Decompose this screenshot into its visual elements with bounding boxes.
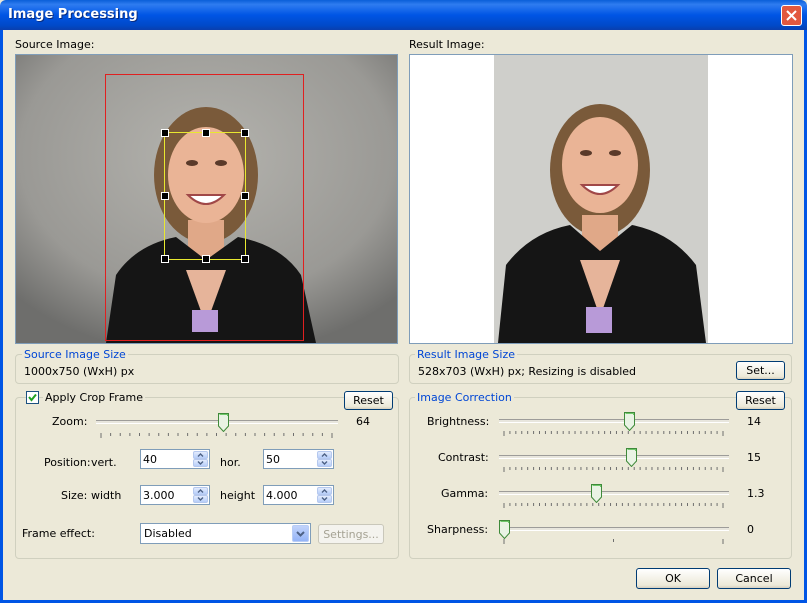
- cancel-button[interactable]: Cancel: [717, 568, 791, 589]
- resize-handle[interactable]: [241, 192, 249, 200]
- hor-label: hor.: [220, 456, 241, 469]
- brightness-slider-ticks: [503, 431, 724, 436]
- apply-crop-frame-checkbox[interactable]: [26, 391, 39, 404]
- result-image-size-value: 528x703 (WxH) px; Resizing is disabled: [418, 365, 636, 378]
- result-image-label: Result Image:: [409, 38, 485, 51]
- resize-handle[interactable]: [241, 255, 249, 263]
- chevron-up-icon: [197, 453, 204, 457]
- title-bar[interactable]: Image Processing: [0, 0, 807, 30]
- height-down-button[interactable]: [317, 495, 332, 503]
- brightness-slider-thumb[interactable]: [624, 412, 635, 431]
- chevron-up-icon: [197, 489, 204, 493]
- gamma-label: Gamma:: [441, 487, 489, 500]
- size-label: Size:: [61, 489, 88, 502]
- chevron-down-icon: [321, 461, 328, 465]
- ok-button[interactable]: OK: [636, 568, 710, 589]
- resize-handle[interactable]: [161, 192, 169, 200]
- resize-handle[interactable]: [161, 129, 169, 137]
- zoom-slider-thumb[interactable]: [218, 413, 229, 432]
- height-label: height: [220, 489, 256, 502]
- image-correction-title: Image Correction: [415, 391, 514, 404]
- chevron-up-icon: [321, 453, 328, 457]
- resize-handle[interactable]: [202, 255, 210, 263]
- frame-effect-value: Disabled: [144, 527, 192, 540]
- width-label: width: [91, 489, 122, 502]
- zoom-slider-ticks: [100, 433, 333, 438]
- crop-reset-button[interactable]: Reset: [344, 391, 393, 410]
- close-button[interactable]: [781, 5, 802, 26]
- chevron-down-icon: [197, 461, 204, 465]
- frame-effect-select[interactable]: Disabled: [140, 523, 311, 544]
- vert-input[interactable]: [143, 451, 189, 467]
- sharpness-label: Sharpness:: [427, 523, 489, 536]
- resize-handle[interactable]: [202, 129, 210, 137]
- gamma-slider[interactable]: [499, 484, 729, 510]
- contrast-label: Contrast:: [438, 451, 489, 464]
- result-image: [409, 54, 793, 344]
- resize-handle[interactable]: [161, 255, 169, 263]
- vert-spinner[interactable]: [140, 449, 210, 469]
- brightness-label: Brightness:: [427, 415, 490, 428]
- zoom-slider-track: [96, 420, 338, 424]
- chevron-down-icon: [197, 497, 204, 501]
- sharpness-slider-track: [499, 527, 729, 531]
- resize-handle[interactable]: [241, 129, 249, 137]
- gamma-value: 1.3: [747, 487, 765, 500]
- close-icon: [786, 10, 797, 21]
- source-image-label: Source Image:: [15, 38, 95, 51]
- result-photo: [494, 55, 708, 343]
- chevron-down-icon: [296, 531, 305, 537]
- gamma-slider-thumb[interactable]: [591, 484, 602, 503]
- width-up-button[interactable]: [193, 487, 208, 495]
- sharpness-slider-ticks: [503, 539, 724, 544]
- width-down-button[interactable]: [193, 495, 208, 503]
- brightness-value: 14: [747, 415, 761, 428]
- contrast-value: 15: [747, 451, 761, 464]
- brightness-slider[interactable]: [499, 412, 729, 438]
- settings-button[interactable]: Settings...: [318, 524, 384, 544]
- sharpness-slider-thumb[interactable]: [499, 520, 510, 539]
- brightness-slider-track: [499, 419, 729, 423]
- chevron-up-icon: [321, 489, 328, 493]
- source-image-size-title: Source Image Size: [22, 348, 128, 361]
- hor-up-button[interactable]: [317, 451, 332, 459]
- width-spinner[interactable]: [140, 485, 210, 505]
- vert-up-button[interactable]: [193, 451, 208, 459]
- gamma-slider-track: [499, 491, 729, 495]
- contrast-slider-track: [499, 455, 729, 459]
- height-input[interactable]: [266, 487, 313, 503]
- face-frame[interactable]: [161, 129, 249, 263]
- sharpness-slider[interactable]: [499, 520, 729, 546]
- hor-spinner[interactable]: [263, 449, 334, 469]
- height-spinner[interactable]: [263, 485, 334, 505]
- set-button[interactable]: Set...: [736, 361, 785, 380]
- vert-down-button[interactable]: [193, 459, 208, 467]
- chevron-down-icon: [321, 497, 328, 501]
- width-input[interactable]: [143, 487, 189, 503]
- vert-label: vert.: [91, 456, 117, 469]
- source-image: [15, 54, 398, 344]
- window-title: Image Processing: [8, 7, 138, 22]
- contrast-slider-ticks: [503, 467, 724, 472]
- hor-input[interactable]: [266, 451, 313, 467]
- frame-effect-label: Frame effect:: [22, 527, 95, 540]
- hor-down-button[interactable]: [317, 459, 332, 467]
- contrast-slider-thumb[interactable]: [626, 448, 637, 467]
- correction-reset-button[interactable]: Reset: [736, 391, 785, 410]
- result-image-size-title: Result Image Size: [415, 348, 518, 361]
- apply-crop-frame-label: Apply Crop Frame: [43, 391, 145, 404]
- check-icon: [28, 393, 37, 402]
- position-label: Position:: [44, 456, 91, 469]
- zoom-label: Zoom:: [52, 415, 88, 428]
- frame-effect-dropdown-button[interactable]: [292, 525, 309, 542]
- zoom-value: 64: [356, 415, 370, 428]
- zoom-slider[interactable]: [96, 413, 338, 441]
- sharpness-value: 0: [747, 523, 754, 536]
- height-up-button[interactable]: [317, 487, 332, 495]
- source-image-size-value: 1000x750 (WxH) px: [24, 365, 135, 378]
- gamma-slider-ticks: [503, 503, 724, 508]
- image-processing-dialog: Image Processing Source Image: Result Im…: [0, 0, 807, 603]
- contrast-slider[interactable]: [499, 448, 729, 474]
